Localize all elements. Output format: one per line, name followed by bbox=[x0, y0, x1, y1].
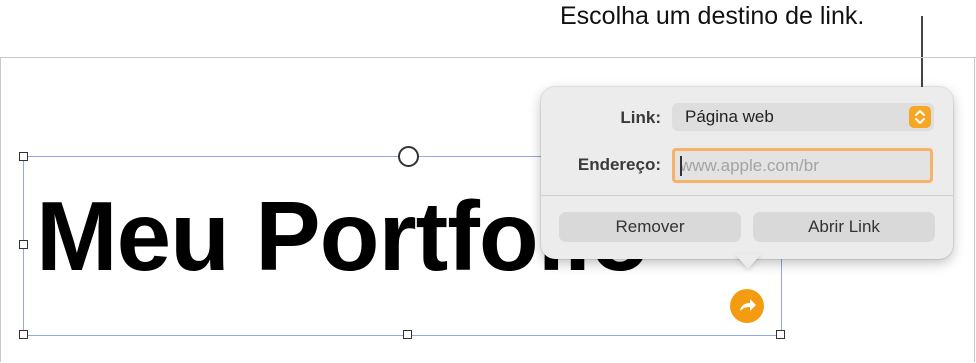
remove-link-button[interactable]: Remover bbox=[559, 212, 741, 242]
text-caret bbox=[680, 156, 682, 176]
canvas-right-edge bbox=[974, 57, 975, 362]
rotate-handle[interactable] bbox=[398, 146, 419, 167]
address-input[interactable] bbox=[675, 151, 930, 180]
resize-handle-top-left[interactable] bbox=[19, 152, 28, 161]
resize-handle-bottom-right[interactable] bbox=[776, 330, 785, 339]
popover-arrow bbox=[735, 254, 761, 269]
canvas-left-edge bbox=[0, 57, 1, 362]
callout-text: Escolha um destino de link. bbox=[560, 2, 865, 30]
resize-handle-bottom-middle[interactable] bbox=[403, 330, 412, 339]
link-popover: Link: Página web Endereço: Remover Abrir… bbox=[541, 87, 953, 259]
address-label: Endereço: bbox=[577, 155, 661, 174]
link-arrow-icon[interactable] bbox=[730, 289, 764, 323]
link-type-value: Página web bbox=[685, 107, 774, 126]
address-field[interactable] bbox=[672, 148, 933, 183]
link-type-select[interactable]: Página web bbox=[672, 103, 934, 131]
popover-divider bbox=[541, 195, 953, 196]
link-label: Link: bbox=[620, 108, 661, 127]
open-link-button[interactable]: Abrir Link bbox=[753, 212, 935, 242]
resize-handle-middle-left[interactable] bbox=[19, 240, 28, 249]
resize-handle-bottom-left[interactable] bbox=[19, 330, 28, 339]
chevron-up-down-icon[interactable] bbox=[909, 106, 931, 128]
